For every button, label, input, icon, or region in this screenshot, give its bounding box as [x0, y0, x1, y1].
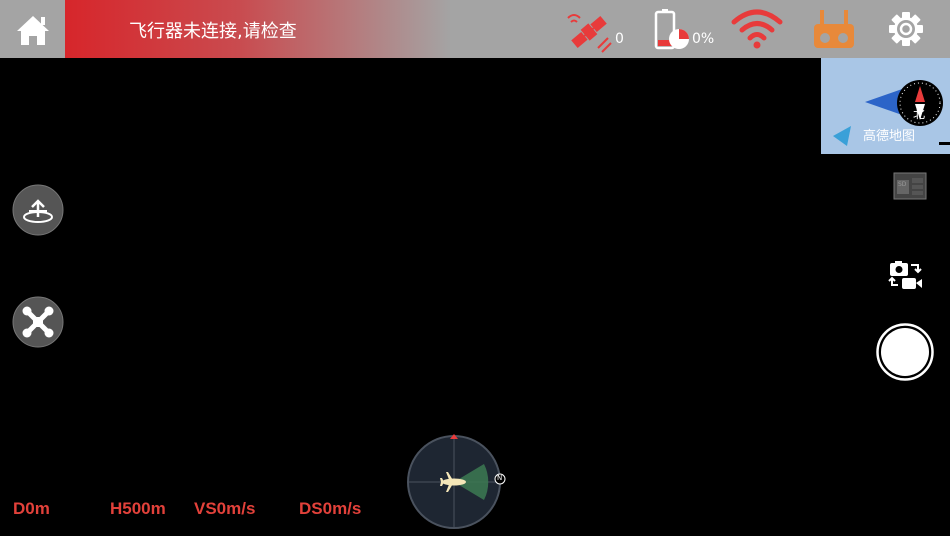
map-brand-label: 高德地图	[863, 129, 916, 144]
drone-mode-button[interactable]	[12, 296, 64, 352]
wifi-icon	[731, 9, 783, 49]
sd-card-label: SD	[898, 181, 907, 188]
satellite-icon	[567, 14, 612, 53]
gear-icon	[889, 12, 923, 46]
remote-controller-icon	[814, 10, 854, 48]
connection-alert-banner[interactable]: 飞行器未连接,请检查	[65, 0, 451, 58]
drone-mode-icon	[12, 296, 64, 348]
shutter-button[interactable]	[876, 323, 934, 385]
telemetry-height: H500m	[110, 499, 166, 518]
satellite-count: 0	[615, 31, 624, 47]
shutter-icon	[876, 323, 934, 381]
sd-card-status[interactable]: SD	[892, 172, 928, 204]
compass-north-label: 北	[913, 107, 926, 121]
telemetry-vertical-speed: VS0m/s	[194, 499, 256, 518]
gps-status[interactable]	[564, 8, 614, 58]
camera-video-switch-button[interactable]	[886, 258, 924, 296]
settings-button[interactable]	[886, 8, 926, 54]
radar-display	[407, 434, 506, 529]
takeoff-button[interactable]	[12, 184, 64, 240]
remote-controller-status[interactable]	[812, 8, 856, 56]
battery-percent: 0%	[692, 31, 715, 47]
takeoff-icon	[12, 184, 64, 236]
status-message: 飞行器未连接,请检查	[129, 21, 297, 42]
telemetry-distance: D0m	[13, 499, 50, 518]
radar-north-label: N	[497, 474, 503, 482]
home-icon	[17, 16, 49, 45]
battery-icon	[654, 9, 689, 50]
camera-video-switch-icon	[888, 261, 922, 289]
battery-status[interactable]	[653, 8, 693, 56]
telemetry-distance-speed: DS0m/s	[299, 499, 362, 518]
wifi-status[interactable]	[731, 8, 783, 54]
mini-map[interactable]: 北 高德地图	[821, 58, 950, 154]
home-button[interactable]	[0, 0, 65, 58]
top-bar: 飞行器未连接,请检查 0 0%	[0, 0, 950, 58]
radar-indicator: N	[404, 432, 510, 536]
